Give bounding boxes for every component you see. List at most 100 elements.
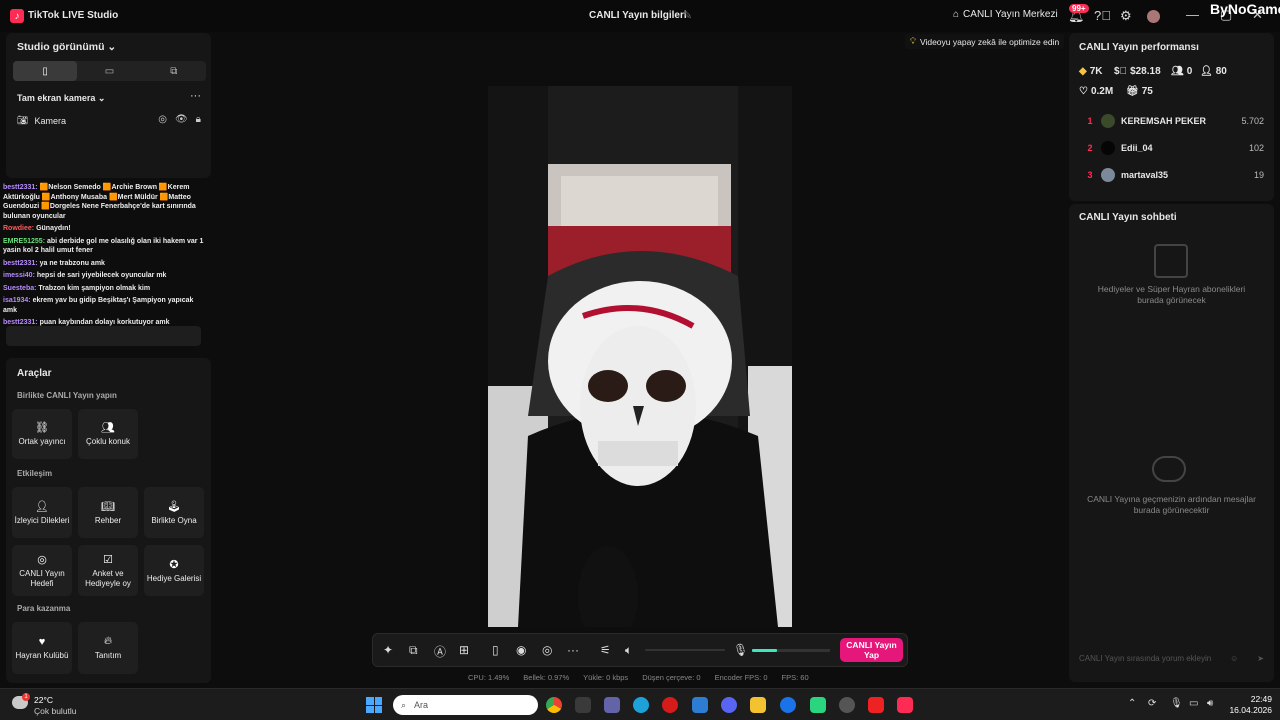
leaderboard-row[interactable]: 1 KEREMSAH PEKER 5.702 xyxy=(1079,113,1264,129)
volume-slider[interactable] xyxy=(645,649,725,651)
settings-sliders-icon[interactable]: ⚟ xyxy=(600,643,611,657)
chat-username[interactable]: bestt2331: xyxy=(3,184,38,191)
screenshot-icon[interactable]: ◎ xyxy=(542,643,552,657)
edge-icon[interactable] xyxy=(633,697,649,713)
viewer-requests-button[interactable]: 👤︎ İzleyici Dilekleri xyxy=(12,487,72,538)
section-together: Birlikte CANLI Yayın yapın xyxy=(17,391,117,400)
leaderboard-score: 5.702 xyxy=(1241,116,1264,126)
chat-username[interactable]: Suesteba: xyxy=(3,285,36,292)
live-goal-label: CANLI Yayın Hedefi xyxy=(19,569,65,588)
leaderboard-row[interactable]: 3 martaval35 19 xyxy=(1079,167,1264,183)
minimize-icon[interactable]: — xyxy=(1186,7,1199,22)
eye-icon[interactable]: 👁︎ xyxy=(175,114,188,125)
sync-icon[interactable]: ⟳ xyxy=(1148,698,1156,709)
steam-icon[interactable] xyxy=(839,697,855,713)
landscape-layout-button[interactable]: ▭ xyxy=(77,61,141,81)
network-icon[interactable]: ▭ xyxy=(1189,698,1198,709)
leaderboard-row[interactable]: 2 Edii_04 102 xyxy=(1079,140,1264,156)
camera-icon: 📷︎ xyxy=(17,115,29,125)
speaker-icon[interactable]: 🔈︎ xyxy=(625,643,632,658)
task-view-icon[interactable] xyxy=(575,697,591,713)
gift-gallery-label: Hediye Galerisi xyxy=(146,573,202,583)
ai-icon[interactable]: Ⓐ xyxy=(434,643,446,660)
target-icon[interactable]: ◎ xyxy=(158,114,167,125)
chat-comment-input[interactable]: CANLI Yayın sırasında yorum ekleyin ☺ ➤ xyxy=(1079,654,1264,663)
chat-username[interactable]: imessi40: xyxy=(3,272,35,279)
weather-badge: 1 xyxy=(22,693,30,701)
microphone-icon[interactable]: 🎙︎ xyxy=(733,643,748,657)
emoji-icon[interactable]: ☺ xyxy=(1230,654,1238,663)
ai-optimize-tip[interactable]: 💡︎ Videoyu yapay zekâ ile optimize edin xyxy=(905,34,1065,49)
guide-button[interactable]: 📖︎ Rehber xyxy=(78,487,138,538)
tiktok-taskbar-icon[interactable] xyxy=(897,697,913,713)
chat-username[interactable]: bestt2331: xyxy=(3,319,38,326)
app-icon[interactable] xyxy=(810,697,826,713)
live-center-label: CANLI Yayın Merkezi xyxy=(963,9,1058,20)
cohost-button[interactable]: ⛓ Ortak yayıncı xyxy=(12,409,72,459)
send-icon[interactable]: ➤ xyxy=(1257,654,1264,663)
fan-club-button[interactable]: ♥ Hayran Kulübü xyxy=(12,622,72,674)
fps-stat: FPS: 60 xyxy=(781,673,809,682)
go-live-button[interactable]: CANLI Yayın Yap xyxy=(840,638,903,662)
youtube-icon[interactable] xyxy=(868,697,884,713)
earnings-value: $28.18 xyxy=(1130,66,1161,77)
add-source-icon[interactable]: ⊞ xyxy=(459,643,469,657)
chrome-icon[interactable] xyxy=(546,697,562,713)
chat-username[interactable]: isa1934: xyxy=(3,297,31,304)
notification-badge: 99+ xyxy=(1069,4,1089,13)
camera-label: Kamera xyxy=(34,115,66,126)
diamond-icon: ◆ xyxy=(1079,66,1087,77)
gift-icon: 🎁︎ xyxy=(1126,86,1139,97)
file-explorer-icon[interactable] xyxy=(750,697,766,713)
avatar xyxy=(1101,141,1115,155)
discord-icon[interactable] xyxy=(721,697,737,713)
play-together-button[interactable]: 🕹︎ Birlikte Oyna xyxy=(144,487,204,538)
magic-wand-icon[interactable]: ✦ xyxy=(383,643,393,657)
chat-overlay-input[interactable] xyxy=(6,326,201,346)
taskbar-clock[interactable]: 22:49 16.04.2026 xyxy=(1228,694,1272,716)
chat-bubble-icon xyxy=(1152,456,1186,482)
multi-guest-button[interactable]: 👥︎ Çoklu konuk xyxy=(78,409,138,459)
lock-icon[interactable]: 🔒︎ xyxy=(196,114,201,125)
live-goal-button[interactable]: ◎ CANLI Yayın Hedefi xyxy=(12,545,72,596)
phone-icon[interactable]: ▯ xyxy=(492,643,499,657)
chat-text: Günaydın! xyxy=(36,225,71,232)
gear-icon[interactable]: ⚙ xyxy=(1120,8,1132,24)
studio-view-dropdown[interactable]: Studio görünümü ⌄ xyxy=(17,41,116,53)
microphone-tray-icon[interactable]: 🎙︎ xyxy=(1170,698,1183,709)
live-info-title[interactable]: CANLI Yayın bilgileri xyxy=(589,10,687,21)
mail-icon[interactable] xyxy=(692,697,708,713)
gifts-metric: 🎁︎ 75 xyxy=(1126,86,1153,97)
teams-icon[interactable] xyxy=(604,697,620,713)
chat-username[interactable]: Rowdiee: xyxy=(3,225,34,232)
avatar[interactable] xyxy=(1147,10,1160,23)
opera-icon[interactable] xyxy=(662,697,678,713)
more-icon[interactable]: ··· xyxy=(190,90,201,102)
scene-dropdown[interactable]: Tam ekran kamera ⌄ xyxy=(17,93,105,104)
more-icon[interactable]: ··· xyxy=(567,643,579,657)
help-icon[interactable]: ?⃝ xyxy=(1094,8,1111,23)
taskbar-search[interactable]: ⌕ Ara xyxy=(393,695,538,715)
volume-icon[interactable]: 🔊︎ xyxy=(1207,698,1213,709)
live-center-button[interactable]: ⌂ CANLI Yayın Merkezi xyxy=(953,9,1058,20)
chevron-up-icon[interactable]: ⌃ xyxy=(1128,698,1136,709)
target-icon: ◎ xyxy=(37,554,47,566)
encoder-fps-stat: Encoder FPS: 0 xyxy=(714,673,768,682)
gift-gallery-button[interactable]: ✪ Hediye Galerisi xyxy=(144,545,204,596)
section-interaction: Etkileşim xyxy=(17,469,53,478)
dual-layout-button[interactable]: ⧉ xyxy=(142,61,206,81)
leaderboard-name: Edii_04 xyxy=(1121,143,1153,153)
portrait-layout-button[interactable]: ▯ xyxy=(13,61,78,81)
likes-value: 0.2M xyxy=(1090,86,1114,97)
gift-box-icon xyxy=(1154,244,1188,278)
chat-username[interactable]: bestt2331: xyxy=(3,260,38,267)
chrome-profile-icon[interactable] xyxy=(780,697,796,713)
edit-icon[interactable]: ✎ xyxy=(683,9,692,22)
windows-start-icon[interactable] xyxy=(366,697,382,713)
poll-button[interactable]: ☑ Anket ve Hediyeyle oy xyxy=(78,545,138,596)
camera-source[interactable]: 📷︎ Kamera xyxy=(17,115,66,126)
chat-username[interactable]: EMRE51255: xyxy=(3,238,45,245)
effects-icon[interactable]: ⧉ xyxy=(409,643,418,658)
record-icon[interactable]: ◉ xyxy=(516,643,526,657)
promote-button[interactable]: 🔥︎ Tanıtım xyxy=(78,622,138,674)
